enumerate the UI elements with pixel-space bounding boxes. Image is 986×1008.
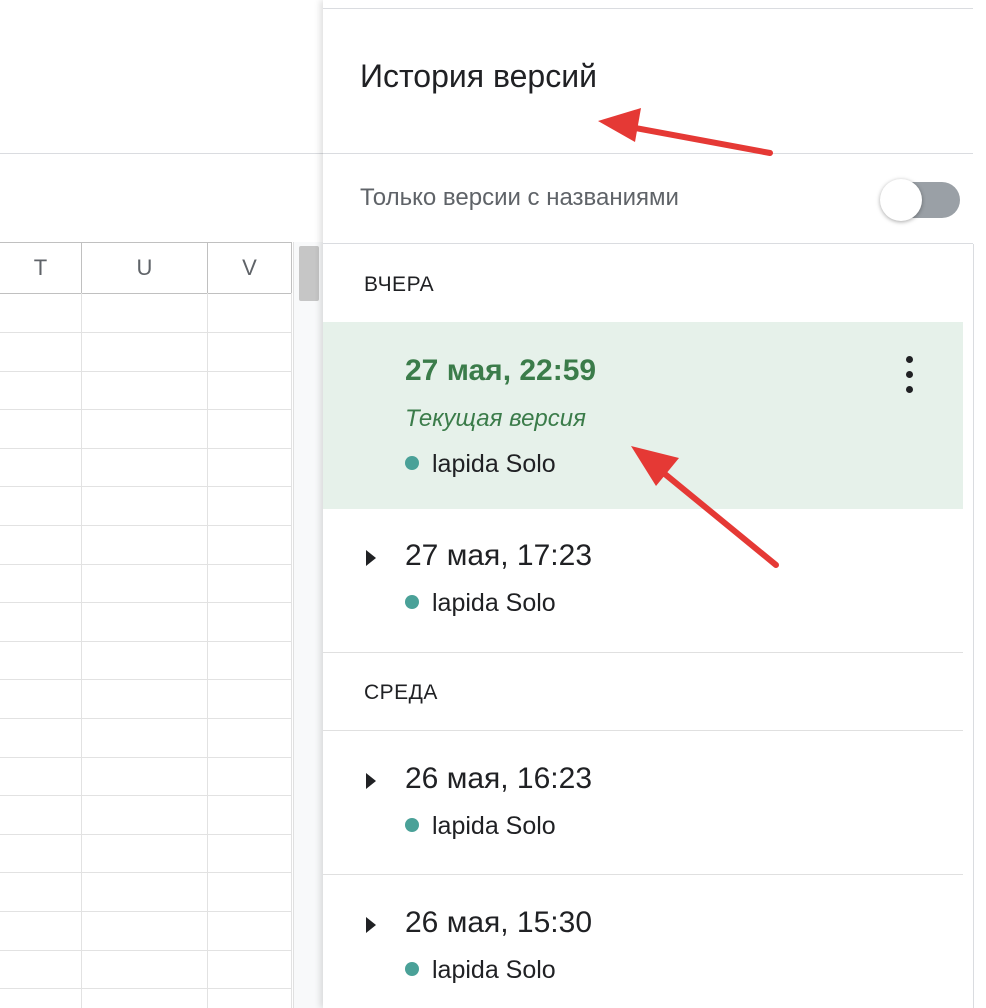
grid-row-line [0,641,292,642]
grid-row-line [0,950,292,951]
grid-row-line [0,371,292,372]
more-options-icon[interactable] [903,355,915,395]
named-versions-filter-label: Только версии с названиями [360,184,679,211]
section-divider [323,652,963,653]
section-label-wednesday: СРЕДА [364,681,438,704]
header-divider [323,153,973,154]
grid-row-line [0,872,292,873]
toolbar-divider [0,153,323,154]
author-color-dot [405,456,419,471]
author-name: lapida Solo [432,450,556,478]
version-time: 27 мая, 17:23 [405,539,593,572]
grid-row-line [0,525,292,526]
grid-row-line [0,911,292,912]
grid-column-line [291,293,292,1008]
grid-row-line [0,834,292,835]
grid-row-line [0,679,292,680]
grid-row-line [0,409,292,410]
grid-column-line [207,293,208,1008]
column-header-u[interactable]: U [82,243,208,293]
grid-row-line [0,486,292,487]
current-version-label: Текущая версия [405,405,586,432]
grid-row-line [0,795,292,796]
version-author: lapida Solo [405,812,556,841]
version-time: 27 мая, 22:59 [405,354,597,387]
version-author: lapida Solo [405,589,556,618]
author-name: lapida Solo [432,956,556,984]
version-author: lapida Solo [405,450,556,479]
author-color-dot [405,595,419,610]
version-list: ВЧЕРА 27 мая, 22:59 Текущая версия lapid… [323,244,974,1008]
author-color-dot [405,818,419,833]
grid-row-line [0,332,292,333]
author-color-dot [405,962,419,977]
version-author: lapida Solo [405,956,556,985]
version-time: 26 мая, 16:23 [405,762,593,795]
grid-row-line [0,718,292,719]
version-item[interactable]: 26 мая, 15:30 lapida Solo [323,875,963,1008]
spreadsheet-area: T U V [0,0,324,1008]
panel-top-border [323,8,973,9]
version-time: 26 мая, 15:30 [405,906,593,939]
column-header-row: T U V [0,242,292,294]
toggle-knob [880,179,922,221]
grid-row-line [0,602,292,603]
version-history-panel: История версий Только версии с названиям… [323,0,986,1008]
grid-row-line [0,564,292,565]
column-header-t[interactable]: T [0,243,82,293]
panel-title: История версий [360,58,597,94]
version-item[interactable]: 27 мая, 17:23 lapida Solo [323,509,963,652]
scrollbar-thumb[interactable] [299,246,319,301]
version-item-current[interactable]: 27 мая, 22:59 Текущая версия lapida Solo [323,322,963,509]
grid-row-line [0,988,292,989]
grid-row-line [0,448,292,449]
vertical-scrollbar[interactable] [293,242,324,1008]
expand-caret-icon[interactable] [366,917,376,933]
author-name: lapida Solo [432,589,556,617]
named-versions-toggle[interactable] [880,179,964,221]
grid-column-line [81,293,82,1008]
expand-caret-icon[interactable] [366,773,376,789]
grid-row-line [0,757,292,758]
version-item[interactable]: 26 мая, 16:23 lapida Solo [323,731,963,874]
column-header-v[interactable]: V [208,243,292,293]
section-label-yesterday: ВЧЕРА [364,273,435,296]
expand-caret-icon[interactable] [366,550,376,566]
author-name: lapida Solo [432,812,556,840]
